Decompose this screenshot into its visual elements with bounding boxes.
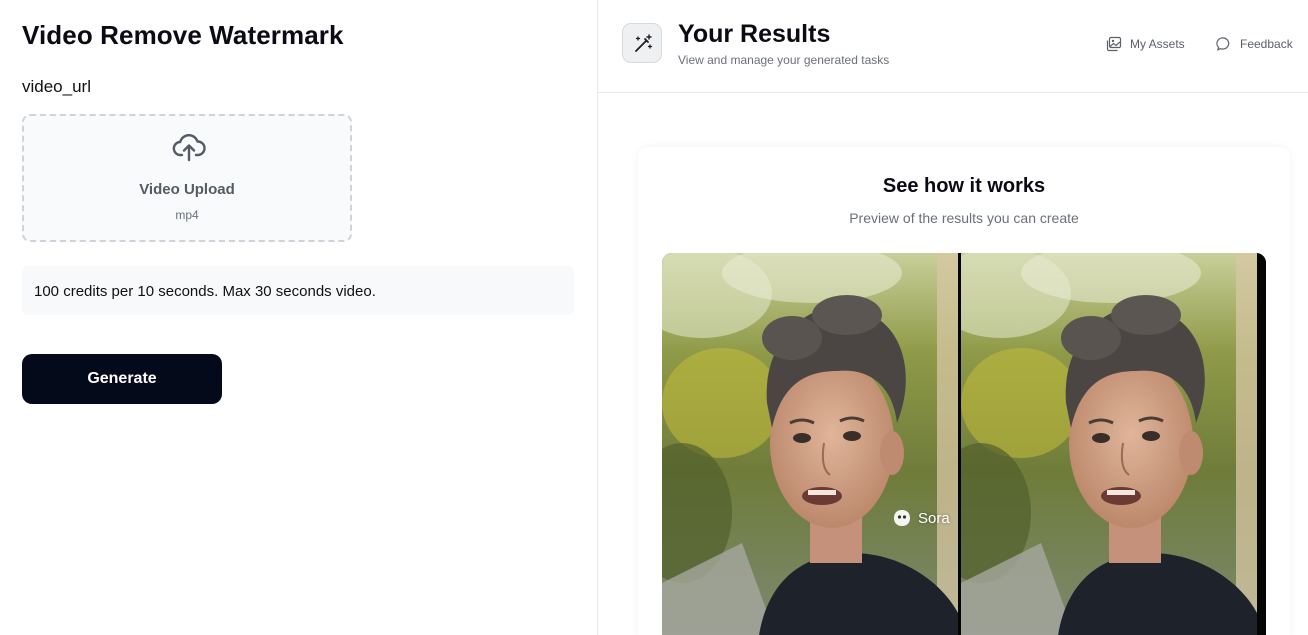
results-panel: Your Results View and manage your genera…: [598, 0, 1308, 635]
generate-button[interactable]: Generate: [22, 354, 222, 404]
results-subtitle: View and manage your generated tasks: [678, 53, 890, 67]
preview-card: See how it works Preview of the results …: [638, 147, 1290, 635]
credits-info-text: 100 credits per 10 seconds. Max 30 secon…: [34, 283, 376, 300]
page-title: Video Remove Watermark: [22, 20, 344, 50]
feedback-label: Feedback: [1240, 37, 1293, 51]
tool-input-panel: Video Remove Watermark video_url Video U…: [0, 0, 597, 635]
preview-subtitle: Preview of the results you can create: [849, 210, 1079, 226]
video-frame-illustration: [961, 253, 1257, 635]
chat-bubble-icon: [1216, 37, 1230, 51]
my-assets-link[interactable]: My Assets: [1106, 35, 1185, 53]
video-frame-illustration: [662, 253, 958, 635]
video-url-label: video_url: [22, 77, 91, 96]
results-header: Your Results View and manage your genera…: [598, 0, 1308, 93]
results-title: Your Results: [678, 20, 831, 48]
feedback-link[interactable]: Feedback: [1216, 35, 1293, 53]
before-after-comparison: Sora: [662, 253, 1266, 635]
before-video-frame: Sora: [662, 253, 958, 635]
preview-title: See how it works: [882, 175, 1046, 197]
magic-wand-icon: [635, 34, 653, 52]
credits-info-box: 100 credits per 10 seconds. Max 30 secon…: [22, 266, 574, 315]
after-video-frame: [961, 253, 1257, 635]
my-assets-label: My Assets: [1130, 37, 1185, 51]
frame-edge: [1257, 253, 1266, 635]
sora-logo-icon: [894, 510, 910, 526]
video-upload-dropzone[interactable]: Video Upload mp4: [22, 114, 352, 242]
sora-watermark-label: Sora: [918, 509, 950, 527]
magic-wand-badge: [622, 23, 662, 63]
upload-formats: mp4: [175, 208, 199, 222]
image-gallery-icon: [1106, 36, 1122, 52]
upload-title: Video Upload: [139, 181, 235, 198]
cloud-upload-icon: [172, 134, 206, 162]
sora-watermark: Sora: [892, 508, 950, 528]
